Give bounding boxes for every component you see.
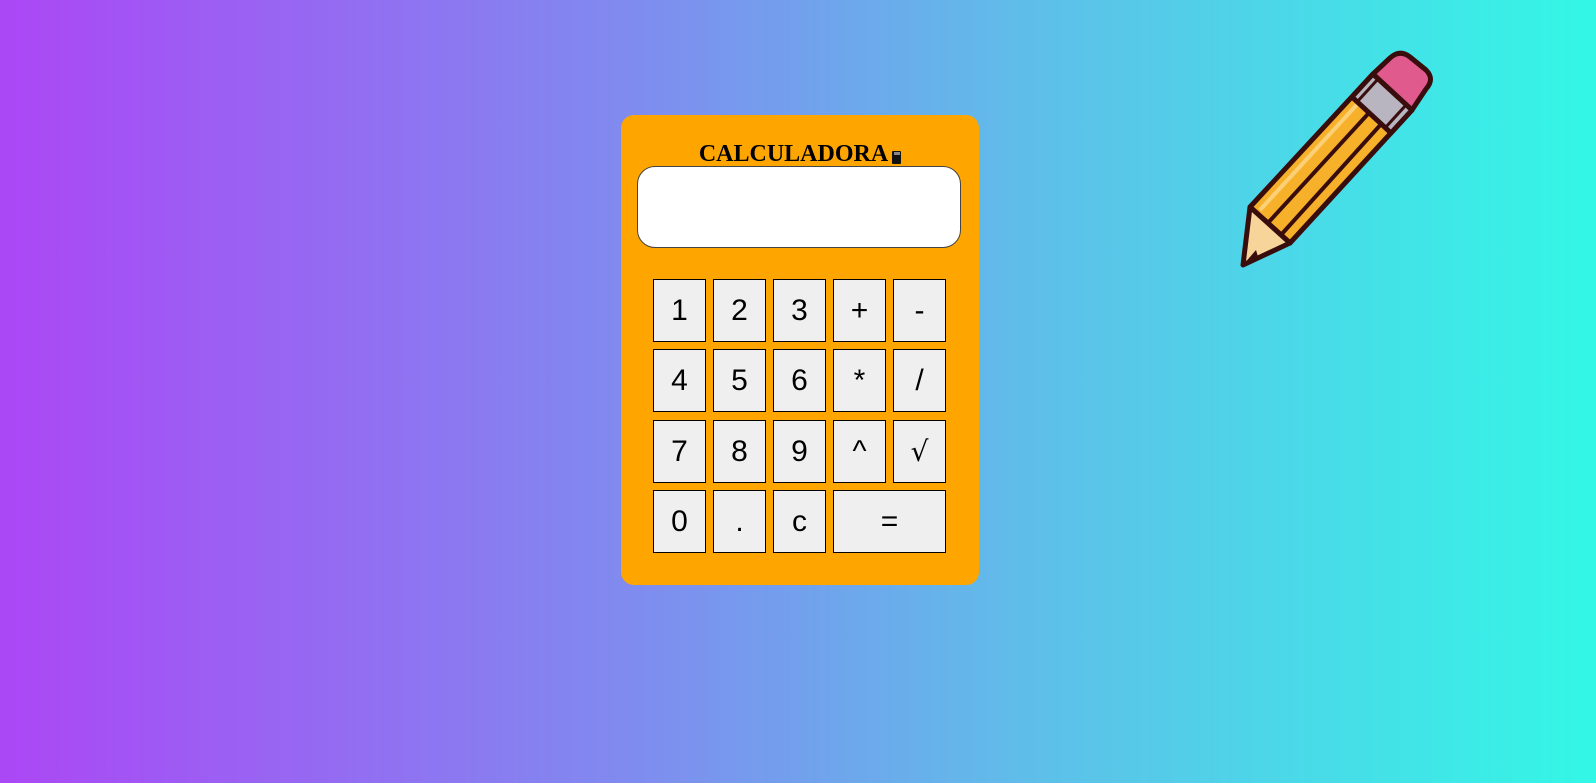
key-9[interactable]: 9 bbox=[773, 420, 826, 483]
calculator-title: CALCULADORA bbox=[621, 139, 979, 169]
key-plus[interactable]: + bbox=[833, 279, 886, 342]
key-4[interactable]: 4 bbox=[653, 349, 706, 412]
key-0[interactable]: 0 bbox=[653, 490, 706, 553]
key-8[interactable]: 8 bbox=[713, 420, 766, 483]
key-multiply[interactable]: * bbox=[833, 349, 886, 412]
calculator-display[interactable] bbox=[637, 166, 961, 248]
key-power[interactable]: ^ bbox=[833, 420, 886, 483]
key-3[interactable]: 3 bbox=[773, 279, 826, 342]
key-7[interactable]: 7 bbox=[653, 420, 706, 483]
pencil-icon bbox=[1240, 50, 1433, 268]
calculator-title-text: CALCULADORA bbox=[698, 140, 889, 167]
key-equals[interactable]: = bbox=[833, 490, 946, 553]
key-sqrt[interactable]: √ bbox=[893, 420, 946, 483]
key-divide[interactable]: / bbox=[893, 349, 946, 412]
key-6[interactable]: 6 bbox=[773, 349, 826, 412]
key-2[interactable]: 2 bbox=[713, 279, 766, 342]
key-1[interactable]: 1 bbox=[653, 279, 706, 342]
calculator: CALCULADORA 1 2 3 + - 4 5 6 * / 7 8 9 ^ … bbox=[621, 115, 979, 585]
calculator-icon bbox=[892, 150, 902, 164]
key-decimal[interactable]: . bbox=[713, 490, 766, 553]
key-5[interactable]: 5 bbox=[713, 349, 766, 412]
key-clear[interactable]: c bbox=[773, 490, 826, 553]
key-minus[interactable]: - bbox=[893, 279, 946, 342]
